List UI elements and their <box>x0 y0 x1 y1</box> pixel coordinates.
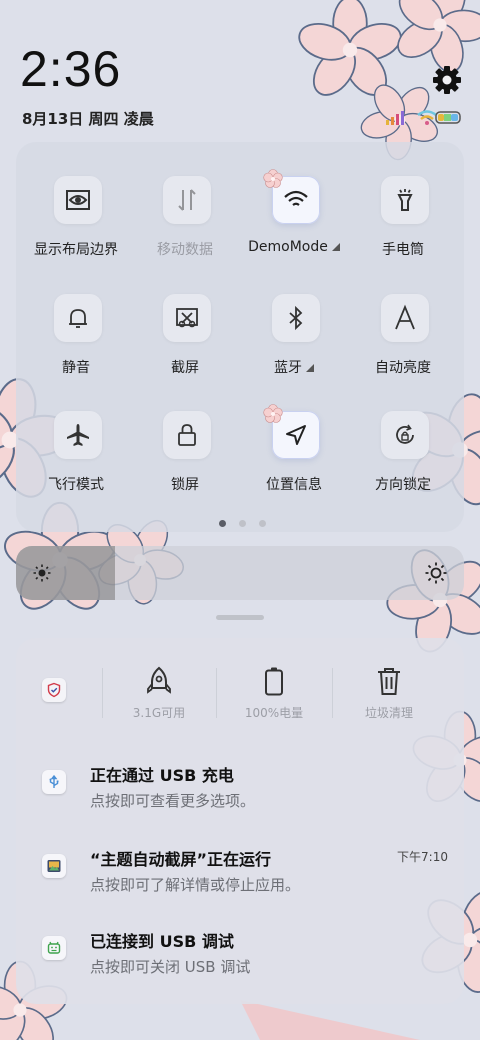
notification-time: 下午7:10 <box>397 850 448 864</box>
wifi-icon <box>284 190 308 206</box>
tile-location[interactable]: 位置信息 <box>239 404 349 511</box>
security-shield-icon[interactable] <box>42 678 66 702</box>
tile-silent-button[interactable] <box>54 294 102 342</box>
location-icon <box>286 425 306 445</box>
clock[interactable]: 2:36 <box>20 44 121 94</box>
flower-badge-icon <box>263 404 283 423</box>
screenshot-icon <box>176 308 198 328</box>
tile-location-button[interactable] <box>263 404 320 459</box>
divider <box>216 668 217 718</box>
tile-label: 静音 <box>62 360 90 376</box>
notification-title: 正在通过 USB 充电 <box>90 766 234 785</box>
android-debug-icon <box>42 936 66 960</box>
signal-icon <box>386 111 404 125</box>
tile-flashlight[interactable]: 手电筒 <box>348 176 458 276</box>
expand-caret-icon[interactable] <box>306 364 314 372</box>
tile-label: 显示布局边界 <box>34 242 118 258</box>
notification-text: 点按即可了解详情或停止应用。 <box>90 876 301 894</box>
tile-layout-bounds-button[interactable] <box>54 176 102 224</box>
battery-label: 100%电量 <box>244 706 304 720</box>
tile-label: 位置信息 <box>266 477 322 493</box>
notification-item[interactable]: 已连接到 USB 调试 点按即可关闭 USB 调试 <box>16 928 464 998</box>
tile-screenshot-button[interactable] <box>163 294 211 342</box>
mobile-data-icon <box>178 189 196 211</box>
lock-icon <box>178 424 196 446</box>
bell-icon <box>69 309 87 328</box>
notification-title: 已连接到 USB 调试 <box>90 932 234 951</box>
tile-label: 手电筒 <box>382 242 424 258</box>
divider <box>102 668 103 718</box>
notification-text: 点按即可查看更多选项。 <box>90 792 256 810</box>
memory-label: 3.1G可用 <box>132 706 186 720</box>
bluetooth-icon <box>289 305 303 331</box>
tile-flashlight-button[interactable] <box>381 176 429 224</box>
tile-rotation-lock-button[interactable] <box>381 411 429 459</box>
page-dot <box>259 520 266 527</box>
wifi-icon <box>417 110 437 125</box>
quick-settings-panel: 显示布局边界 移动数据 DemoMode 手电筒 静音 截屏 蓝牙 自动亮度 飞… <box>16 142 464 532</box>
tile-label: 锁屏 <box>171 477 199 493</box>
notification-title: “主题自动截屏”正在运行 <box>90 850 272 869</box>
tile-bluetooth[interactable]: 蓝牙 <box>239 294 349 394</box>
eye-frame-icon <box>66 190 90 210</box>
tile-label: 飞行模式 <box>48 477 104 493</box>
tile-airplane[interactable]: 飞行模式 <box>21 411 131 511</box>
tile-label: 截屏 <box>171 360 199 376</box>
trash-label: 垃圾清理 <box>364 706 413 720</box>
tile-bluetooth-button[interactable] <box>272 294 320 342</box>
tile-layout-bounds[interactable]: 显示布局边界 <box>21 176 131 276</box>
page-dot-active <box>219 520 226 527</box>
cleaner-widget[interactable]: 3.1G可用 100%电量 垃圾清理 <box>16 638 464 728</box>
divider <box>332 668 333 718</box>
rotation-lock-icon <box>396 424 414 444</box>
date-label[interactable]: 8月13日 周四 凌晨 <box>22 108 154 129</box>
brightness-low-icon <box>33 564 51 582</box>
battery-icon <box>435 111 461 124</box>
expand-caret-icon[interactable] <box>331 243 340 251</box>
tile-mobile-data-button[interactable] <box>163 176 211 224</box>
usb-icon <box>42 770 66 794</box>
tile-silent[interactable]: 静音 <box>21 294 131 394</box>
flashlight-icon <box>397 189 413 211</box>
screenshot-app-icon <box>42 854 66 878</box>
status-icons <box>386 110 461 125</box>
notification-panel: 3.1G可用 100%电量 垃圾清理 正在通过 USB 充电 点按即可查看更多选… <box>16 638 464 1004</box>
tile-label: 自动亮度 <box>375 360 431 376</box>
flower-badge-icon <box>263 169 283 188</box>
tile-mobile-data[interactable]: 移动数据 <box>130 176 240 276</box>
tile-lock-screen[interactable]: 锁屏 <box>130 411 240 511</box>
tile-demo-mode-button[interactable] <box>263 169 320 224</box>
settings-gear-icon[interactable] <box>431 64 463 96</box>
trash-stat[interactable]: 垃圾清理 <box>339 666 439 722</box>
battery-icon <box>265 667 283 696</box>
tile-label: 蓝牙 <box>233 357 355 377</box>
battery-stat[interactable]: 100%电量 <box>224 666 324 722</box>
auto-brightness-icon <box>395 304 415 330</box>
tile-lock-screen-button[interactable] <box>163 411 211 459</box>
airplane-icon <box>67 424 89 446</box>
tile-rotation-lock[interactable]: 方向锁定 <box>348 411 458 511</box>
memory-stat[interactable]: 3.1G可用 <box>109 666 209 722</box>
notification-item[interactable]: “主题自动截屏”正在运行 下午7:10 点按即可了解详情或停止应用。 <box>16 846 464 916</box>
page-dot <box>239 520 246 527</box>
tile-label: DemoMode <box>233 239 355 255</box>
tile-screenshot[interactable]: 截屏 <box>130 294 240 394</box>
brightness-slider[interactable] <box>16 546 464 600</box>
tile-auto-brightness[interactable]: 自动亮度 <box>348 294 458 394</box>
tile-airplane-button[interactable] <box>54 411 102 459</box>
notification-item[interactable]: 正在通过 USB 充电 点按即可查看更多选项。 <box>16 762 464 832</box>
rocket-icon <box>147 666 171 694</box>
tile-demo-mode[interactable]: DemoMode <box>239 169 349 276</box>
notification-text: 点按即可关闭 USB 调试 <box>90 958 251 976</box>
trash-icon <box>378 668 400 695</box>
drag-handle[interactable] <box>216 615 264 620</box>
brightness-fill <box>16 546 115 600</box>
tile-auto-brightness-button[interactable] <box>381 294 429 342</box>
tile-label: 移动数据 <box>157 242 213 258</box>
tile-label: 方向锁定 <box>375 477 431 493</box>
brightness-high-icon <box>425 562 447 584</box>
page-indicator <box>219 520 267 528</box>
